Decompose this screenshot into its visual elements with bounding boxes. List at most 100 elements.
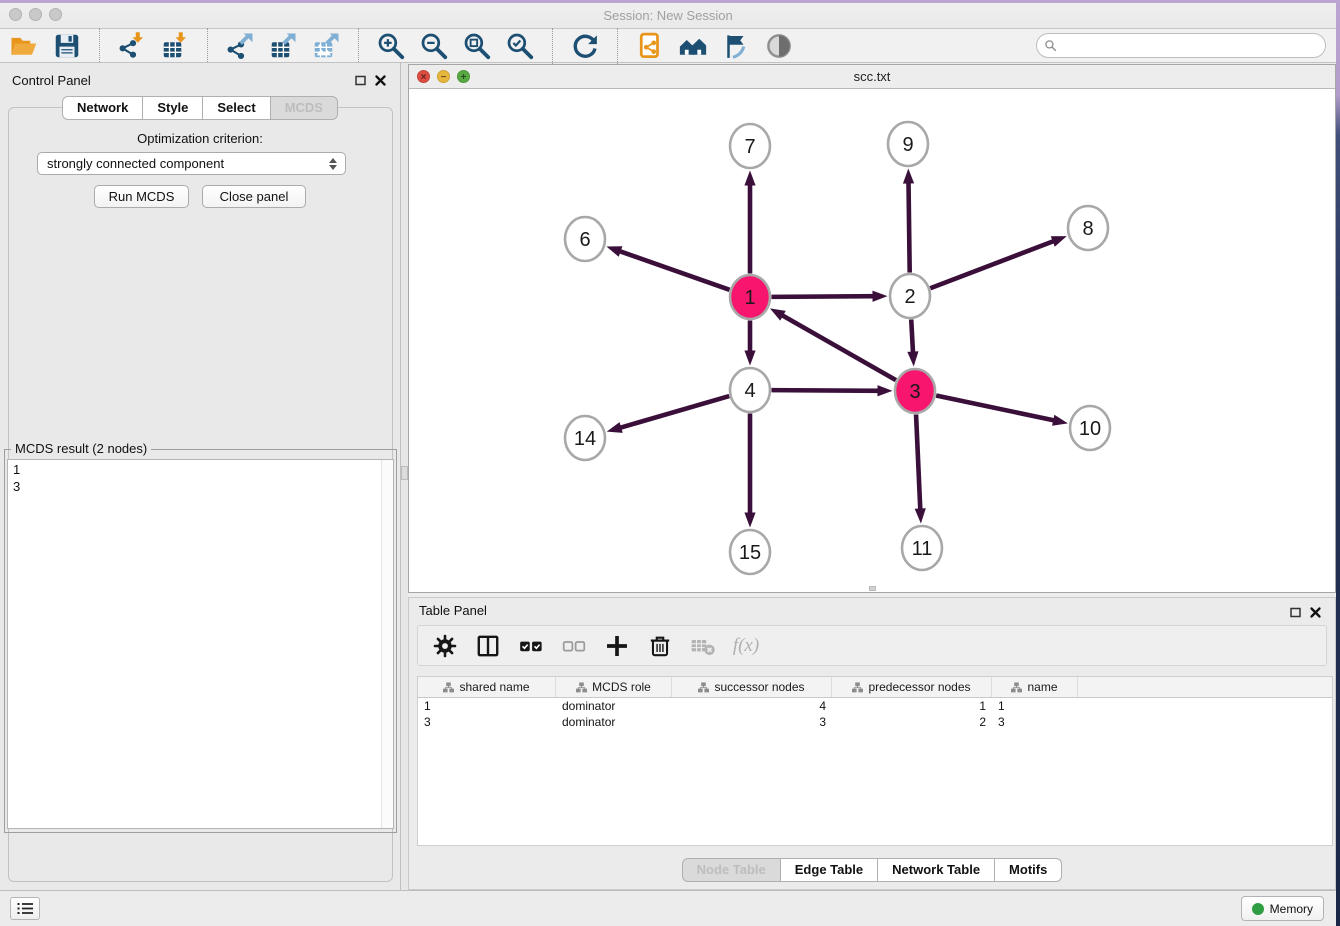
edge-4-3[interactable] bbox=[771, 385, 892, 396]
delete-table-button bbox=[690, 633, 716, 659]
node-2[interactable]: 2 bbox=[890, 274, 930, 318]
export-table-button[interactable] bbox=[267, 30, 299, 62]
svg-text:7: 7 bbox=[744, 136, 755, 158]
export-image-button[interactable] bbox=[310, 30, 342, 62]
tab-style[interactable]: Style bbox=[143, 96, 203, 120]
save-icon bbox=[52, 31, 82, 61]
cell[interactable]: 3 bbox=[992, 714, 1078, 730]
optimization-criterion-dropdown[interactable]: strongly connected component bbox=[37, 152, 346, 175]
tab-node-table[interactable]: Node Table bbox=[682, 858, 781, 882]
import-network-button[interactable] bbox=[116, 30, 148, 62]
table-row[interactable]: 3dominator323 bbox=[418, 714, 1332, 730]
col-header-successor-nodes[interactable]: successor nodes bbox=[672, 677, 832, 697]
col-header-predecessor-nodes[interactable]: predecessor nodes bbox=[832, 677, 992, 697]
float-table-panel-icon[interactable] bbox=[1289, 606, 1302, 619]
select-all-columns-button[interactable] bbox=[518, 633, 544, 659]
zoom-fit-button[interactable] bbox=[461, 30, 493, 62]
edge-4-14[interactable] bbox=[607, 396, 729, 433]
table-row[interactable]: 1dominator411 bbox=[418, 698, 1332, 714]
cell[interactable]: dominator bbox=[556, 714, 672, 730]
import-table-button[interactable] bbox=[159, 30, 191, 62]
save-session-button[interactable] bbox=[51, 30, 83, 62]
edge-1-7[interactable] bbox=[744, 171, 755, 274]
node-3[interactable]: 3 bbox=[895, 369, 935, 413]
delete-column-button[interactable] bbox=[647, 633, 673, 659]
view-resize-grip[interactable] bbox=[869, 586, 876, 591]
edge-2-8[interactable] bbox=[930, 236, 1066, 288]
zoom-fit-icon bbox=[462, 31, 492, 61]
table-settings-button[interactable] bbox=[432, 633, 458, 659]
edge-2-9[interactable] bbox=[903, 168, 914, 272]
node-9[interactable]: 9 bbox=[888, 122, 928, 166]
memory-status-icon bbox=[1252, 903, 1264, 915]
node-15[interactable]: 15 bbox=[730, 530, 770, 574]
open-session-button[interactable] bbox=[8, 30, 40, 62]
node-4[interactable]: 4 bbox=[730, 368, 770, 412]
zoom-out-button[interactable] bbox=[418, 30, 450, 62]
cell[interactable]: 3 bbox=[672, 714, 832, 730]
deselect-all-columns-button[interactable] bbox=[561, 633, 587, 659]
node-14[interactable]: 14 bbox=[565, 416, 605, 460]
toolbar-separator bbox=[617, 28, 618, 64]
cell[interactable]: 2 bbox=[832, 714, 992, 730]
export-network-button[interactable] bbox=[224, 30, 256, 62]
search-input[interactable] bbox=[1057, 36, 1325, 56]
task-history-button[interactable] bbox=[10, 897, 40, 920]
memory-button[interactable]: Memory bbox=[1241, 896, 1324, 921]
cell[interactable]: 1 bbox=[832, 698, 992, 714]
edge-2-3[interactable] bbox=[907, 319, 918, 366]
node-10[interactable]: 10 bbox=[1070, 406, 1110, 450]
show-graphics-details-button[interactable] bbox=[763, 30, 795, 62]
add-column-button[interactable] bbox=[604, 633, 630, 659]
cell[interactable]: 1 bbox=[418, 698, 556, 714]
close-table-panel-icon[interactable] bbox=[1309, 606, 1322, 619]
node-table: shared nameMCDS rolesuccessor nodesprede… bbox=[417, 676, 1333, 846]
node-11[interactable]: 11 bbox=[902, 526, 942, 570]
edge-3-11[interactable] bbox=[915, 414, 926, 523]
cell[interactable]: 3 bbox=[418, 714, 556, 730]
tab-network-table[interactable]: Network Table bbox=[878, 858, 995, 882]
close-panel-icon[interactable] bbox=[374, 74, 387, 87]
cell[interactable]: 1 bbox=[992, 698, 1078, 714]
hierarchy-sort-icon bbox=[698, 682, 709, 693]
mcds-result-list[interactable]: 13 bbox=[7, 459, 394, 829]
edge-3-10[interactable] bbox=[936, 395, 1068, 425]
trash-icon bbox=[647, 633, 673, 659]
edge-1-4[interactable] bbox=[744, 321, 755, 366]
tab-mcds[interactable]: MCDS bbox=[271, 96, 338, 120]
hierarchy-sort-icon bbox=[852, 682, 863, 693]
network-canvas[interactable]: 1 2 3 4 6 7 8 9 10 11 14 15 bbox=[409, 89, 1335, 592]
tab-edge-table[interactable]: Edge Table bbox=[781, 858, 878, 882]
col-header-MCDS-role[interactable]: MCDS role bbox=[556, 677, 672, 697]
panel-splitter[interactable] bbox=[401, 63, 408, 890]
zoom-in-button[interactable] bbox=[375, 30, 407, 62]
node-1[interactable]: 1 bbox=[730, 275, 770, 319]
node-7[interactable]: 7 bbox=[730, 124, 770, 168]
zoom-selected-button[interactable] bbox=[504, 30, 536, 62]
col-header-shared-name[interactable]: shared name bbox=[418, 677, 556, 697]
splitter-grip[interactable] bbox=[401, 466, 408, 480]
close-panel-button[interactable]: Close panel bbox=[202, 185, 306, 208]
float-panel-icon[interactable] bbox=[354, 74, 367, 87]
tab-select[interactable]: Select bbox=[203, 96, 270, 120]
search-box[interactable] bbox=[1036, 33, 1326, 58]
edge-4-15[interactable] bbox=[744, 414, 755, 528]
optimization-criterion-label: Optimization criterion: bbox=[0, 131, 400, 146]
edge-1-2[interactable] bbox=[771, 291, 887, 302]
edge-3-1[interactable] bbox=[770, 308, 896, 380]
tab-network[interactable]: Network bbox=[62, 96, 143, 120]
cell[interactable]: dominator bbox=[556, 698, 672, 714]
session-document-button[interactable] bbox=[634, 30, 666, 62]
edge-1-6[interactable] bbox=[606, 246, 729, 290]
node-6[interactable]: 6 bbox=[565, 217, 605, 261]
refresh-layout-button[interactable] bbox=[569, 30, 601, 62]
run-mcds-button[interactable]: Run MCDS bbox=[94, 185, 189, 208]
col-header-name[interactable]: name bbox=[992, 677, 1078, 697]
node-8[interactable]: 8 bbox=[1068, 206, 1108, 250]
visual-style-button[interactable] bbox=[720, 30, 752, 62]
cell[interactable]: 4 bbox=[672, 698, 832, 714]
column-view-button[interactable] bbox=[475, 633, 501, 659]
home-button[interactable] bbox=[677, 30, 709, 62]
result-scrollbar[interactable] bbox=[381, 460, 393, 828]
tab-motifs[interactable]: Motifs bbox=[995, 858, 1062, 882]
